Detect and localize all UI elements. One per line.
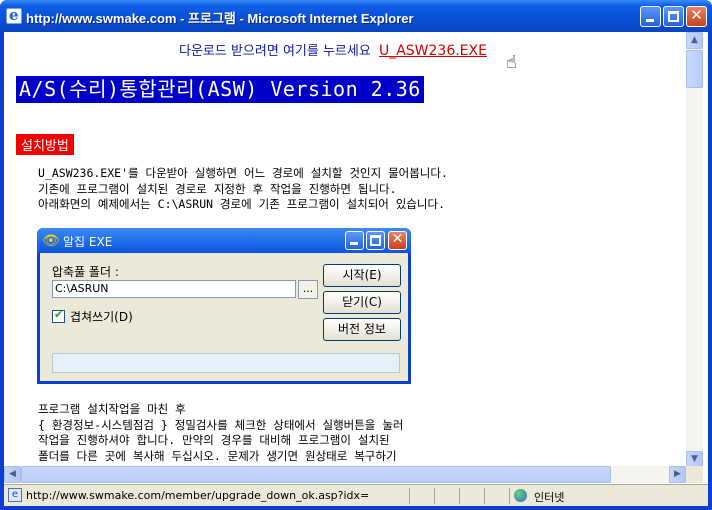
instruction-line: 폴더를 다른 곳에 복사해 두십시오. 문제가 생기면 원상태로 복구하기 — [38, 448, 397, 463]
status-separator — [509, 488, 510, 504]
folder-input[interactable]: C:\ASRUN — [52, 280, 296, 298]
status-separator — [459, 488, 460, 504]
close-dialog-button[interactable]: 닫기(C) — [323, 291, 401, 314]
post-install-instructions: 프로그램 설치작업을 마친 후 { 환경정보-시스템점검 } 정밀검사를 체크한… — [38, 402, 403, 464]
horizontal-scroll-thumb[interactable] — [21, 466, 611, 483]
instruction-line: 프로그램 설치작업을 마친 후 — [38, 402, 186, 416]
alzip-icon: 👁 — [42, 233, 60, 249]
instruction-line: { 환경정보-시스템점검 } 정밀검사를 체크한 상태에서 실행버튼을 눌러 — [38, 417, 404, 432]
status-bar: e http://www.swmake.com/member/upgrade_d… — [4, 484, 708, 506]
dialog-title-bar[interactable]: 👁 알집 EXE ✕ — [37, 228, 411, 253]
status-separator — [409, 488, 410, 504]
dialog-minimize-button[interactable] — [345, 231, 364, 250]
dialog-close-button[interactable]: ✕ — [388, 231, 407, 250]
scroll-left-icon[interactable]: ◀ — [4, 466, 21, 483]
hand-cursor-icon: ☝ — [506, 52, 517, 73]
download-line: 다운로드 받으려면 여기를 누르세요 U_ASW236.EXE — [179, 40, 487, 59]
browse-button[interactable]: ... — [298, 280, 318, 299]
close-icon: ✕ — [391, 231, 404, 247]
alzip-dialog: 👁 알집 EXE ✕ 압축풀 폴더 : C:\ASRUN ... 겹쳐쓰기(D)… — [37, 228, 411, 384]
window-title: http://www.swmake.com - 프로그램 - Microsoft… — [26, 11, 414, 26]
instruction-line: 기존에 프로그램이 설치된 경로로 지정한 후 작업을 진행하면 됩니다. — [38, 181, 397, 196]
globe-icon — [514, 489, 527, 502]
horizontal-scrollbar[interactable]: ◀ ▶ — [4, 466, 686, 483]
status-separator — [484, 488, 485, 504]
status-url: http://www.swmake.com/member/upgrade_dow… — [26, 489, 370, 502]
folder-label: 압축풀 폴더 : — [52, 265, 119, 279]
scroll-corner — [686, 466, 703, 483]
section-label: 설치방법 — [16, 134, 74, 155]
version-info-button[interactable]: 버전 정보 — [323, 318, 401, 341]
maximize-icon — [668, 11, 679, 22]
dialog-body: 압축풀 폴더 : C:\ASRUN ... 겹쳐쓰기(D) 시작(E) 닫기(C… — [40, 253, 408, 381]
ie-icon — [6, 6, 22, 24]
title-bar[interactable]: http://www.swmake.com - 프로그램 - Microsoft… — [0, 0, 712, 32]
security-zone: 인터넷 — [534, 491, 565, 504]
scroll-up-icon[interactable]: ▲ — [686, 32, 703, 49]
download-link[interactable]: U_ASW236.EXE — [379, 43, 487, 59]
dialog-title: 알집 EXE — [63, 235, 113, 249]
instruction-line: 아래화면의 예제에서는 C:\ASRUN 경로에 기존 프로그램이 설치되어 있… — [38, 197, 446, 211]
maximize-button[interactable] — [663, 6, 684, 27]
instruction-line: U_ASW236.EXE'를 다운받아 실행하면 어느 경로에 설치할 것인지 … — [38, 166, 448, 180]
vertical-scroll-thumb[interactable] — [686, 50, 703, 88]
status-separator — [434, 488, 435, 504]
maximize-icon — [370, 235, 381, 246]
page-title: A/S(수리)통합관리(ASW) Version 2.36 — [16, 76, 424, 103]
dialog-maximize-button[interactable] — [366, 231, 385, 250]
page-loading-icon: e — [8, 488, 22, 502]
download-prompt: 다운로드 받으려면 여기를 누르세요 — [179, 44, 371, 59]
overwrite-checkbox[interactable] — [52, 308, 65, 323]
install-instructions: U_ASW236.EXE'를 다운받아 실행하면 어느 경로에 설치할 것인지 … — [38, 166, 448, 213]
minimize-icon — [350, 242, 358, 245]
start-button[interactable]: 시작(E) — [323, 264, 401, 287]
minimize-button[interactable] — [640, 6, 661, 27]
browser-window: http://www.swmake.com - 프로그램 - Microsoft… — [0, 0, 712, 510]
overwrite-checkbox-row[interactable]: 겹쳐쓰기(D) — [52, 308, 133, 325]
overwrite-label: 겹쳐쓰기(D) — [70, 310, 133, 324]
close-icon: ✕ — [690, 6, 703, 24]
page-content: 다운로드 받으려면 여기를 누르세요 U_ASW236.EXE ☝ A/S(수리… — [4, 32, 708, 484]
scroll-right-icon[interactable]: ▶ — [669, 466, 686, 483]
progress-bar — [52, 353, 400, 373]
minimize-icon — [646, 19, 654, 22]
vertical-scrollbar[interactable]: ▲ ▼ — [686, 32, 703, 468]
instruction-line: 작업을 진행하셔야 합니다. 만약의 경우를 대비해 프로그램이 설치된 — [38, 433, 390, 447]
close-button[interactable]: ✕ — [686, 6, 707, 27]
